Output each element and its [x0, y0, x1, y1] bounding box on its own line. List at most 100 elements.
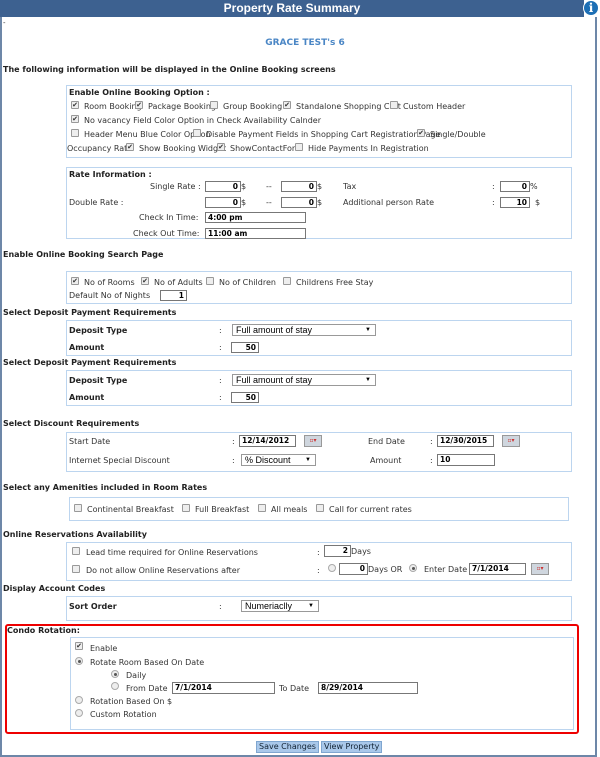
colon: : [219, 343, 222, 352]
info-icon[interactable]: i [583, 0, 599, 16]
option-checkbox[interactable] [71, 129, 79, 137]
save-changes-button[interactable]: Save Changes [256, 741, 319, 753]
option-checkbox[interactable]: ✔ [71, 115, 79, 123]
account-codes-box [66, 596, 572, 621]
option-checkbox[interactable] [295, 143, 303, 151]
rotate-date-radio[interactable] [75, 657, 83, 665]
end-date-label: End Date [368, 437, 405, 446]
check-out-label: Check Out Time: [133, 229, 200, 238]
lead-time-input[interactable]: 2 [324, 545, 351, 557]
double-rate-to-input[interactable]: 0 [281, 197, 317, 208]
option-label: Hide Payments In Registration [308, 144, 429, 153]
section-heading: Select any Amenities included in Room Ra… [3, 483, 208, 492]
after-days-input[interactable]: 0 [339, 563, 368, 575]
option-checkbox[interactable] [74, 504, 82, 512]
from-date-label: From Date [126, 684, 168, 693]
option-label: ShowContactForm [230, 144, 303, 153]
option-checkbox[interactable]: ✔ [126, 143, 134, 151]
colon: : [430, 456, 433, 465]
section-title: Rate Information : [69, 170, 152, 179]
currency: $ [535, 198, 541, 207]
single-rate-label: Single Rate : [150, 182, 201, 191]
section-heading: Display Account Codes [3, 584, 106, 593]
option-label: No vacancy Field Color Option in Check A… [84, 116, 321, 125]
option-checkbox[interactable] [206, 277, 214, 285]
option-checkbox[interactable]: ✔ [141, 277, 149, 285]
option-checkbox[interactable]: ✔ [217, 143, 225, 151]
section-heading: Select Deposit Payment Requirements [3, 308, 177, 317]
colon: : [219, 393, 222, 402]
from-date-input[interactable]: 7/1/2014 [172, 682, 275, 694]
nights-input[interactable]: 1 [160, 290, 187, 301]
option-label: Standalone Shopping Cart [296, 102, 401, 111]
currency: $ [241, 182, 247, 191]
colon: : [232, 456, 235, 465]
rotation-money-radio[interactable] [75, 696, 83, 704]
deposit-type-select[interactable]: Full amount of stay [236, 325, 312, 335]
start-date-input[interactable]: 12/14/2012 [239, 435, 296, 447]
deposit-type-select[interactable]: Full amount of stay [236, 375, 312, 385]
daily-label: Daily [126, 671, 147, 680]
option-label: No of Rooms [84, 278, 135, 287]
view-property-button[interactable]: View Property [321, 741, 383, 753]
option-checkbox[interactable] [258, 504, 266, 512]
days-radio[interactable] [328, 564, 336, 572]
colon: : [219, 376, 222, 385]
option-checkbox[interactable] [316, 504, 324, 512]
calendar-icon[interactable]: ▫▾ [502, 435, 520, 447]
option-checkbox[interactable] [283, 277, 291, 285]
deposit-amount-input[interactable]: 50 [231, 392, 259, 403]
option-checkbox[interactable]: ✔ [283, 101, 291, 109]
double-rate-from-input[interactable]: 0 [205, 197, 241, 208]
option-label: Occupancy Rate [67, 144, 133, 153]
nights-label: Default No of Nights [69, 291, 151, 300]
daily-radio[interactable] [111, 670, 119, 678]
isd-select[interactable]: % Discount [245, 455, 291, 465]
option-checkbox[interactable]: ✔ [71, 277, 79, 285]
deposit-amount-input[interactable]: 50 [231, 342, 259, 353]
option-checkbox[interactable] [182, 504, 190, 512]
to-date-input[interactable]: 8/29/2014 [318, 682, 418, 694]
custom-rotation-radio[interactable] [75, 709, 83, 717]
option-checkbox[interactable]: ✔ [417, 129, 425, 137]
enter-date-radio[interactable] [409, 564, 417, 572]
sort-order-select[interactable]: Numeriaclly [245, 601, 292, 611]
colon: : [219, 602, 222, 611]
option-label: Header Menu Blue Color Option [84, 130, 211, 139]
enable-checkbox[interactable]: ✔ [75, 642, 83, 650]
page-header: Property Rate Summary [0, 0, 584, 17]
to-date-label: To Date [279, 684, 310, 693]
section-heading: Enable Online Booking Search Page [3, 250, 164, 259]
section-title: Enable Online Booking Option : [69, 88, 210, 97]
option-checkbox[interactable] [193, 129, 201, 137]
calendar-icon[interactable]: ▫▾ [304, 435, 322, 447]
check-out-input[interactable]: 11:00 am [205, 228, 306, 239]
separator: -- [266, 182, 272, 191]
enter-date-label: Enter Date [424, 565, 468, 574]
discount-amount-input[interactable]: 10 [437, 454, 495, 466]
tax-input[interactable]: 0 [500, 181, 530, 192]
option-checkbox[interactable]: ✔ [71, 101, 79, 109]
frame-border [0, 17, 2, 757]
disallow-after-checkbox[interactable] [72, 565, 80, 573]
colon: : [492, 198, 495, 207]
option-label: Single/Double [430, 130, 486, 139]
end-date-input[interactable]: 12/30/2015 [437, 435, 494, 447]
option-label: Custom Header [403, 102, 466, 111]
option-checkbox[interactable] [210, 101, 218, 109]
lead-time-checkbox[interactable] [72, 547, 80, 555]
section-heading: Online Reservations Availability [3, 530, 147, 539]
enter-date-input[interactable]: 7/1/2014 [469, 563, 526, 575]
chevron-down-icon: ▼ [365, 377, 371, 383]
additional-rate-input[interactable]: 10 [500, 197, 530, 208]
option-checkbox[interactable]: ✔ [135, 101, 143, 109]
single-rate-to-input[interactable]: 0 [281, 181, 317, 192]
check-in-input[interactable]: 4:00 pm [205, 212, 306, 223]
from-date-radio[interactable] [111, 682, 119, 690]
option-label: Disable Payment Fields in Shopping Cart … [206, 130, 441, 139]
single-rate-from-input[interactable]: 0 [205, 181, 241, 192]
calendar-icon[interactable]: ▫▾ [531, 563, 549, 575]
colon: : [219, 326, 222, 335]
disallow-after-label: Do not allow Online Reservations after [86, 566, 241, 575]
option-checkbox[interactable] [390, 101, 398, 109]
